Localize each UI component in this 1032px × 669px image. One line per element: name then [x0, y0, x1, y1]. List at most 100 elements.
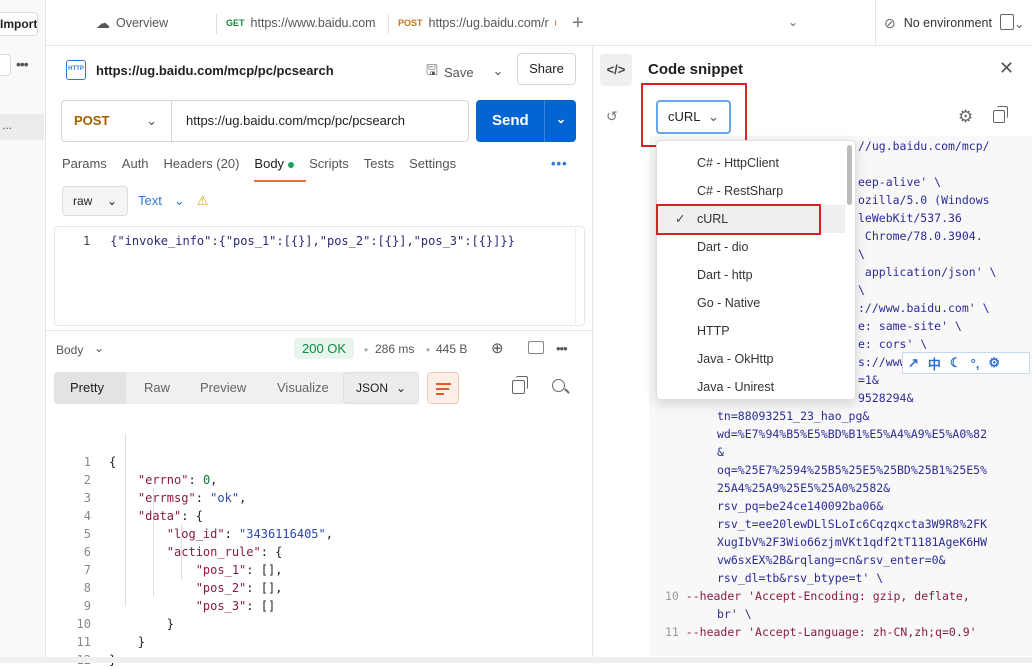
- tab-preview[interactable]: Preview: [184, 372, 262, 404]
- tabs-dropdown-icon[interactable]: ⌄: [788, 15, 798, 29]
- code-line: s://www: [858, 355, 907, 369]
- dropdown-option[interactable]: Java - OkHttp: [657, 345, 845, 373]
- chevron-down-icon: ⌄: [173, 193, 185, 208]
- method-select[interactable]: POST ⌄: [62, 101, 172, 141]
- ime-toolbar: ↗ 中 ☾ °, ⚙: [902, 352, 1030, 374]
- tab-scripts[interactable]: Scripts: [309, 156, 349, 171]
- dropdown-option[interactable]: C# - HttpClient: [657, 149, 845, 177]
- tab-raw[interactable]: Raw: [128, 372, 186, 404]
- copy-icon[interactable]: [993, 106, 1008, 123]
- tab-headers[interactable]: Headers (20): [164, 156, 240, 171]
- moon-icon[interactable]: ☾: [950, 355, 962, 371]
- response-time[interactable]: 286 ms: [375, 342, 414, 356]
- body-mode-select[interactable]: raw ⌄: [62, 186, 128, 216]
- response-code-viewer[interactable]: 1{ 2 "errno": 0, 3 "errmsg": "ok", 4 "da…: [46, 410, 592, 667]
- tab-visualize[interactable]: Visualize: [261, 372, 345, 404]
- code-line: br' \: [717, 607, 752, 621]
- body-line: 1 {"invoke_info":{"pos_1":[{}],"pos_2":[…: [83, 234, 515, 248]
- globe-icon[interactable]: ⊕: [491, 339, 504, 357]
- code-line: oq=%25E7%2594%25B5%25E5%25BD%25B1%25E5%: [717, 463, 988, 477]
- save-button[interactable]: 🖫 Save: [426, 60, 474, 84]
- dropdown-option[interactable]: Dart - dio: [657, 233, 845, 261]
- more-icon[interactable]: •••: [556, 341, 568, 356]
- code-icon[interactable]: </>: [600, 54, 632, 86]
- new-tab-icon[interactable]: +: [572, 12, 584, 35]
- code-line: Chrome/78.0.3904.: [858, 229, 983, 243]
- chevron-down-icon[interactable]: ⌄: [94, 341, 104, 355]
- more-icon[interactable]: •••: [551, 156, 568, 171]
- chevron-down-icon: ⌄: [146, 113, 157, 128]
- response-size[interactable]: 445 B: [436, 342, 467, 356]
- copy-icon[interactable]: [512, 376, 528, 394]
- request-title-text[interactable]: https://ug.baidu.com/mcp/pc/pcsearch: [96, 63, 334, 78]
- tab-method: POST: [398, 18, 423, 28]
- environment-quick-look-icon[interactable]: [1000, 14, 1014, 30]
- tab-method: GET: [226, 18, 245, 28]
- language-select[interactable]: cURL ⌄: [656, 100, 731, 134]
- tab-params[interactable]: Params: [62, 156, 107, 171]
- chevron-down-icon: ⌄: [708, 109, 719, 124]
- gear-icon[interactable]: ⚙: [988, 355, 1000, 371]
- more-icon[interactable]: •••: [16, 56, 29, 72]
- search-icon[interactable]: [552, 379, 565, 392]
- body-code: {"invoke_info":{"pos_1":[{}],"pos_2":[{}…: [110, 234, 515, 248]
- close-icon[interactable]: ✕: [999, 58, 1014, 79]
- code-line: 8 "pos_2": [],: [83, 581, 283, 595]
- wrap-lines-icon[interactable]: [427, 372, 459, 404]
- unsaved-dot-icon: [554, 20, 556, 26]
- panel-divider[interactable]: [592, 46, 593, 663]
- response-format-select[interactable]: JSON ⌄: [343, 372, 419, 404]
- status-badge[interactable]: 200 OK: [294, 338, 355, 359]
- tab-get-baidu[interactable]: GET https://www.baidu.com/: [226, 10, 376, 36]
- gear-icon[interactable]: ⚙: [958, 107, 973, 127]
- tab-overview[interactable]: ☁ Overview: [96, 10, 216, 36]
- tab-pretty[interactable]: Pretty: [54, 372, 126, 404]
- sidebar-search-input[interactable]: [0, 54, 11, 76]
- save-response-icon[interactable]: [528, 341, 544, 354]
- code-line: ozilla/5.0 (Windows: [858, 193, 990, 207]
- code-line: 5 "log_id": "3436116405",: [83, 527, 333, 541]
- chevron-down-icon: ⌄: [1013, 16, 1025, 31]
- tab-post-ug[interactable]: POST https://ug.baidu.com/r: [398, 10, 556, 36]
- environment-label: No environment: [903, 16, 992, 30]
- save-options-chevron-icon[interactable]: ⌄: [486, 59, 510, 83]
- ime-language-toggle[interactable]: 中: [928, 354, 941, 373]
- code-line: 3 "errmsg": "ok",: [83, 491, 247, 505]
- dropdown-option[interactable]: Dart - http: [657, 261, 845, 289]
- code-line: 9 "pos_3": []: [83, 599, 276, 613]
- tab-tests[interactable]: Tests: [364, 156, 394, 171]
- code-snippet-title: Code snippet: [648, 61, 744, 78]
- tab-auth[interactable]: Auth: [122, 156, 149, 171]
- body-format-label: Text: [138, 193, 162, 208]
- dropdown-option[interactable]: HTTP: [657, 317, 845, 345]
- overview-icon: ☁: [96, 14, 110, 31]
- language-label: cURL: [668, 109, 701, 124]
- code-line: leWebKit/537.36: [858, 211, 962, 225]
- import-button[interactable]: Import: [0, 12, 38, 36]
- ime-settings-icon[interactable]: ↗: [908, 355, 919, 371]
- tab-settings[interactable]: Settings: [409, 156, 456, 171]
- share-button[interactable]: Share: [517, 53, 576, 85]
- body-format-select[interactable]: Text ⌄ ⚠: [138, 186, 208, 216]
- code-line: 9528294&: [858, 391, 914, 405]
- code-line: //ug.baidu.com/mcp/: [858, 139, 990, 153]
- url-input[interactable]: https://ug.baidu.com/mcp/pc/pcsearch: [186, 101, 405, 141]
- response-body-label[interactable]: Body: [56, 343, 83, 357]
- scrollbar[interactable]: [847, 145, 852, 205]
- dropdown-option[interactable]: Go - Native: [657, 289, 845, 317]
- wrap-lines-icon[interactable]: ↺: [606, 108, 618, 125]
- code-line: 10 --header 'Accept-Encoding: gzip, defl…: [665, 589, 970, 603]
- dropdown-option[interactable]: Java - Unirest: [657, 373, 845, 399]
- tab-body[interactable]: Body: [254, 156, 306, 182]
- code-line: 6 "action_rule": {: [83, 545, 283, 559]
- chevron-down-icon[interactable]: ⌄: [556, 112, 566, 126]
- punctuation-icon[interactable]: °,: [971, 356, 980, 371]
- code-line: \: [858, 247, 865, 261]
- tab-bar: ☁ Overview GET https://www.baidu.com/ PO…: [46, 0, 1032, 46]
- send-button[interactable]: Send ⌄: [476, 100, 576, 142]
- dropdown-option[interactable]: C# - RestSharp: [657, 177, 845, 205]
- request-body-editor[interactable]: 1 {"invoke_info":{"pos_1":[{}],"pos_2":[…: [54, 226, 585, 326]
- sidebar-selected-item[interactable]: ...: [0, 114, 44, 140]
- scrollbar[interactable]: [575, 227, 585, 325]
- code-line: rsv_pq=be24ce140092ba06&: [717, 499, 884, 513]
